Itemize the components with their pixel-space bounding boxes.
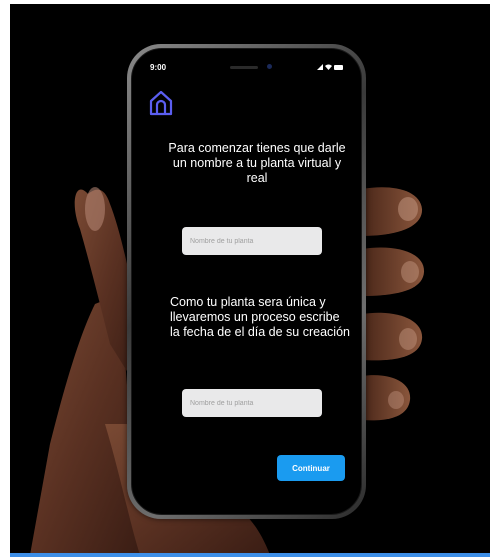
name-prompt-text: Para comenzar tienes que darle un nombre… (168, 141, 346, 185)
continue-button[interactable]: Continuar (277, 455, 345, 481)
speaker-grille (230, 66, 258, 69)
front-camera (267, 64, 272, 69)
date-prompt-text: Como tu planta sera única y llevaremos u… (170, 295, 350, 339)
phone-device: 9:00 Para comenzar tienes que darle un n… (127, 44, 366, 519)
signal-icon (317, 64, 323, 70)
creation-date-input[interactable] (182, 389, 322, 417)
wifi-icon (325, 64, 332, 70)
mockup-frame: 9:00 Para comenzar tienes que darle un n… (10, 4, 490, 555)
bottom-accent-bar (10, 553, 490, 557)
battery-icon (334, 64, 343, 70)
status-time: 9:00 (150, 63, 167, 72)
home-icon[interactable] (149, 90, 173, 116)
phone-screen: 9:00 Para comenzar tienes que darle un n… (131, 48, 362, 515)
status-icons (317, 64, 343, 70)
plant-name-input[interactable] (182, 227, 322, 255)
